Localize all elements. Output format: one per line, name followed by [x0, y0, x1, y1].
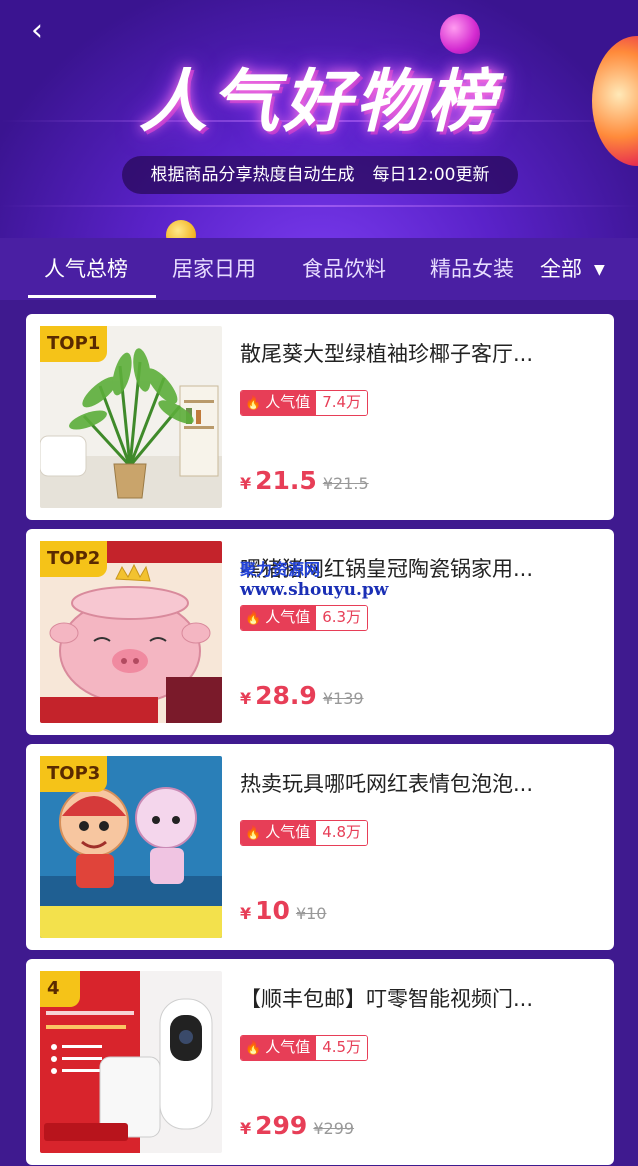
currency-symbol: ¥ — [240, 1119, 252, 1138]
rank-badge: 4 — [40, 971, 80, 1007]
banner-orb — [166, 220, 196, 238]
currency-symbol: ¥ — [240, 904, 252, 923]
back-button[interactable]: ‹ — [22, 14, 52, 48]
price: ¥10 ¥10 — [240, 896, 326, 925]
chevron-left-icon: ‹ — [31, 13, 43, 48]
product-card[interactable]: TOP3 热卖玩具哪吒网红表情包泡泡... 🔥 人气值 4.8万 ¥10 ¥10 — [26, 744, 614, 950]
original-price: ¥139 — [322, 689, 364, 708]
heat-value: 7.4万 — [316, 391, 368, 415]
header-banner: ‹ 人气好物榜 根据商品分享热度自动生成 每日12:00更新 — [0, 0, 638, 238]
heat-value: 6.3万 — [316, 606, 368, 630]
active-tab-indicator — [28, 295, 156, 298]
product-title[interactable]: 热卖玩具哪吒网红表情包泡泡... — [240, 768, 590, 798]
current-price: 28.9 — [255, 681, 317, 710]
fire-icon: 🔥 — [245, 396, 262, 411]
rank-badge: TOP2 — [40, 541, 108, 577]
fire-icon: 🔥 — [245, 1041, 262, 1056]
tab-popular-total[interactable]: 人气总榜 — [44, 238, 128, 300]
fire-icon: 🔥 — [245, 611, 262, 626]
heat-label: 人气值 — [265, 608, 311, 626]
heat-badge: 🔥 人气值 4.8万 — [240, 820, 369, 846]
heat-label-box: 🔥 人气值 — [241, 821, 317, 845]
watermark-line1: 聚力资源网 — [240, 560, 321, 579]
page-title: 人气好物榜 — [138, 63, 499, 142]
fire-icon: 🔥 — [245, 826, 262, 841]
price: ¥21.5 ¥21.5 — [240, 466, 369, 495]
currency-symbol: ¥ — [240, 474, 252, 493]
product-card[interactable]: TOP1 散尾葵大型绿植袖珍椰子客厅... 🔥 人气值 7.4万 ¥21.5 ¥21… — [26, 314, 614, 520]
heat-label: 人气值 — [265, 823, 311, 841]
heat-label-box: 🔥 人气值 — [241, 606, 317, 630]
subtitle-description: 根据商品分享热度自动生成 — [150, 165, 355, 185]
current-price: 299 — [255, 1111, 308, 1140]
heat-badge: 🔥 人气值 7.4万 — [240, 390, 369, 416]
current-price: 10 — [255, 896, 290, 925]
subtitle-update-time: 每日12:00更新 — [372, 165, 490, 185]
original-price: ¥10 — [295, 904, 327, 923]
product-title[interactable]: 散尾葵大型绿植袖珍椰子客厅... — [240, 338, 590, 368]
product-title[interactable]: 【顺丰包邮】叮零智能视频门... — [240, 983, 590, 1013]
tab-womens-clothing[interactable]: 精品女装 — [430, 238, 520, 300]
price: ¥28.9 ¥139 — [240, 681, 364, 710]
heat-badge: 🔥 人气值 4.5万 — [240, 1035, 369, 1061]
watermark-line2: www.shouyu.pw — [240, 580, 389, 600]
heat-label-box: 🔥 人气值 — [241, 391, 317, 415]
caret-down-icon: ▼ — [594, 262, 605, 278]
tab-food-drinks[interactable]: 食品饮料 — [302, 238, 386, 300]
original-price: ¥299 — [313, 1119, 355, 1138]
heat-value: 4.8万 — [316, 821, 368, 845]
currency-symbol: ¥ — [240, 689, 252, 708]
rank-badge: TOP3 — [40, 756, 108, 792]
heat-label: 人气值 — [265, 1038, 311, 1056]
banner-subtitle: 根据商品分享热度自动生成 每日12:00更新 — [122, 156, 518, 194]
product-card[interactable]: 4 【顺丰包邮】叮零智能视频门... 🔥 人气值 4.5万 ¥299 ¥299 — [26, 959, 614, 1165]
original-price: ¥21.5 — [322, 474, 369, 493]
all-categories-label: 全部 — [540, 257, 582, 281]
heat-badge: 🔥 人气值 6.3万 — [240, 605, 369, 631]
heat-value: 4.5万 — [316, 1036, 368, 1060]
tab-household[interactable]: 居家日用 — [172, 238, 256, 300]
rank-badge: TOP1 — [40, 326, 108, 362]
banner-decor-line — [0, 205, 638, 207]
current-price: 21.5 — [255, 466, 317, 495]
watermark: 聚力资源网 www.shouyu.pw — [240, 560, 388, 600]
price: ¥299 ¥299 — [240, 1111, 354, 1140]
heat-label-box: 🔥 人气值 — [241, 1036, 317, 1060]
heat-label: 人气值 — [265, 393, 311, 411]
all-categories-button[interactable]: 全部 ▼ — [514, 238, 638, 300]
